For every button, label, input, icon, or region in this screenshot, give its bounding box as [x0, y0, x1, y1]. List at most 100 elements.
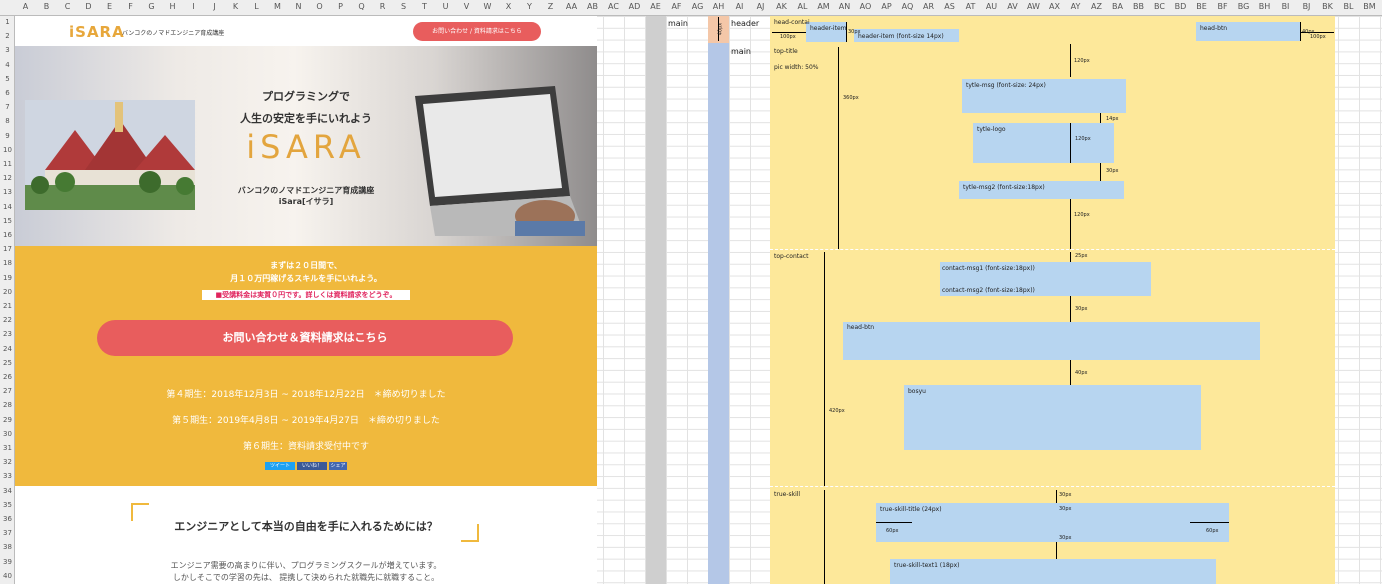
column-header-E[interactable]: E — [99, 2, 120, 11]
row-header-6[interactable]: 6 — [0, 89, 15, 97]
column-header-BD[interactable]: BD — [1170, 2, 1191, 11]
column-header-T[interactable]: T — [414, 2, 435, 11]
row-header-10[interactable]: 10 — [0, 146, 15, 154]
column-header-S[interactable]: S — [393, 2, 414, 11]
row-header-24[interactable]: 24 — [0, 345, 15, 353]
row-header-7[interactable]: 7 — [0, 103, 15, 111]
row-header-38[interactable]: 38 — [0, 543, 15, 551]
wf-head-btn-2-box[interactable] — [843, 322, 1260, 360]
row-header-36[interactable]: 36 — [0, 515, 15, 523]
row-header-19[interactable]: 19 — [0, 274, 15, 282]
row-header-26[interactable]: 26 — [0, 373, 15, 381]
column-header-AA[interactable]: AA — [561, 2, 582, 11]
column-header-AH[interactable]: AH — [708, 2, 729, 11]
column-header-AN[interactable]: AN — [834, 2, 855, 11]
column-header-AP[interactable]: AP — [876, 2, 897, 11]
row-header-30[interactable]: 30 — [0, 430, 15, 438]
column-header-U[interactable]: U — [435, 2, 456, 11]
row-header-25[interactable]: 25 — [0, 359, 15, 367]
like-button[interactable]: いいね！ — [297, 462, 327, 470]
column-header-AJ[interactable]: AJ — [750, 2, 771, 11]
column-header-F[interactable]: F — [120, 2, 141, 11]
row-header-1[interactable]: 1 — [0, 18, 15, 26]
column-header-V[interactable]: V — [456, 2, 477, 11]
row-header-9[interactable]: 9 — [0, 132, 15, 140]
row-header-4[interactable]: 4 — [0, 61, 15, 69]
column-header-H[interactable]: H — [162, 2, 183, 11]
column-header-AB[interactable]: AB — [582, 2, 603, 11]
row-header-5[interactable]: 5 — [0, 75, 15, 83]
column-header-BA[interactable]: BA — [1107, 2, 1128, 11]
row-header-39[interactable]: 39 — [0, 558, 15, 566]
column-header-BC[interactable]: BC — [1149, 2, 1170, 11]
column-header-AC[interactable]: AC — [603, 2, 624, 11]
row-header-15[interactable]: 15 — [0, 217, 15, 225]
column-header-AV[interactable]: AV — [1002, 2, 1023, 11]
column-header-R[interactable]: R — [372, 2, 393, 11]
tweet-button[interactable]: ツイート — [265, 462, 295, 470]
column-header-N[interactable]: N — [288, 2, 309, 11]
row-header-11[interactable]: 11 — [0, 160, 15, 168]
column-header-I[interactable]: I — [183, 2, 204, 11]
column-header-AG[interactable]: AG — [687, 2, 708, 11]
column-header-Z[interactable]: Z — [540, 2, 561, 11]
column-header-M[interactable]: M — [267, 2, 288, 11]
row-header-29[interactable]: 29 — [0, 416, 15, 424]
column-header-BB[interactable]: BB — [1128, 2, 1149, 11]
column-header-BK[interactable]: BK — [1317, 2, 1338, 11]
column-header-AU[interactable]: AU — [981, 2, 1002, 11]
column-header-L[interactable]: L — [246, 2, 267, 11]
column-header-AZ[interactable]: AZ — [1086, 2, 1107, 11]
column-header-AE[interactable]: AE — [645, 2, 666, 11]
row-header-8[interactable]: 8 — [0, 117, 15, 125]
column-header-X[interactable]: X — [498, 2, 519, 11]
column-header-J[interactable]: J — [204, 2, 225, 11]
row-header-40[interactable]: 40 — [0, 572, 15, 580]
row-header-31[interactable]: 31 — [0, 444, 15, 452]
column-header-B[interactable]: B — [36, 2, 57, 11]
column-header-BL[interactable]: BL — [1338, 2, 1359, 11]
row-header-18[interactable]: 18 — [0, 259, 15, 267]
column-header-W[interactable]: W — [477, 2, 498, 11]
column-header-BM[interactable]: BM — [1359, 2, 1380, 11]
row-header-27[interactable]: 27 — [0, 387, 15, 395]
row-header-22[interactable]: 22 — [0, 316, 15, 324]
column-header-O[interactable]: O — [309, 2, 330, 11]
row-header-2[interactable]: 2 — [0, 32, 15, 40]
row-header-37[interactable]: 37 — [0, 529, 15, 537]
column-header-AT[interactable]: AT — [960, 2, 981, 11]
column-header-BJ[interactable]: BJ — [1296, 2, 1317, 11]
column-header-AR[interactable]: AR — [918, 2, 939, 11]
row-header-34[interactable]: 34 — [0, 487, 15, 495]
site-logo[interactable]: iSARA — [69, 23, 125, 41]
column-header-AD[interactable]: AD — [624, 2, 645, 11]
header-contact-button[interactable]: お問い合わせ / 資料請求はこちら — [413, 22, 541, 41]
column-header-BE[interactable]: BE — [1191, 2, 1212, 11]
row-header-20[interactable]: 20 — [0, 288, 15, 296]
column-header-AL[interactable]: AL — [792, 2, 813, 11]
column-header-AS[interactable]: AS — [939, 2, 960, 11]
row-header-21[interactable]: 21 — [0, 302, 15, 310]
wf-bosyu-box[interactable] — [904, 385, 1201, 450]
share-button[interactable]: シェア — [329, 462, 347, 470]
row-header-32[interactable]: 32 — [0, 458, 15, 466]
row-header-16[interactable]: 16 — [0, 231, 15, 239]
column-header-AF[interactable]: AF — [666, 2, 687, 11]
row-header-3[interactable]: 3 — [0, 46, 15, 54]
column-header-BH[interactable]: BH — [1254, 2, 1275, 11]
row-header-12[interactable]: 12 — [0, 174, 15, 182]
row-header-17[interactable]: 17 — [0, 245, 15, 253]
column-header-AO[interactable]: AO — [855, 2, 876, 11]
row-header-13[interactable]: 13 — [0, 188, 15, 196]
column-header-AW[interactable]: AW — [1023, 2, 1044, 11]
column-header-Q[interactable]: Q — [351, 2, 372, 11]
row-header-14[interactable]: 14 — [0, 203, 15, 211]
row-header-28[interactable]: 28 — [0, 401, 15, 409]
column-header-AI[interactable]: AI — [729, 2, 750, 11]
column-header-P[interactable]: P — [330, 2, 351, 11]
column-header-K[interactable]: K — [225, 2, 246, 11]
column-header-BI[interactable]: BI — [1275, 2, 1296, 11]
column-header-G[interactable]: G — [141, 2, 162, 11]
row-header-35[interactable]: 35 — [0, 501, 15, 509]
column-header-AX[interactable]: AX — [1044, 2, 1065, 11]
